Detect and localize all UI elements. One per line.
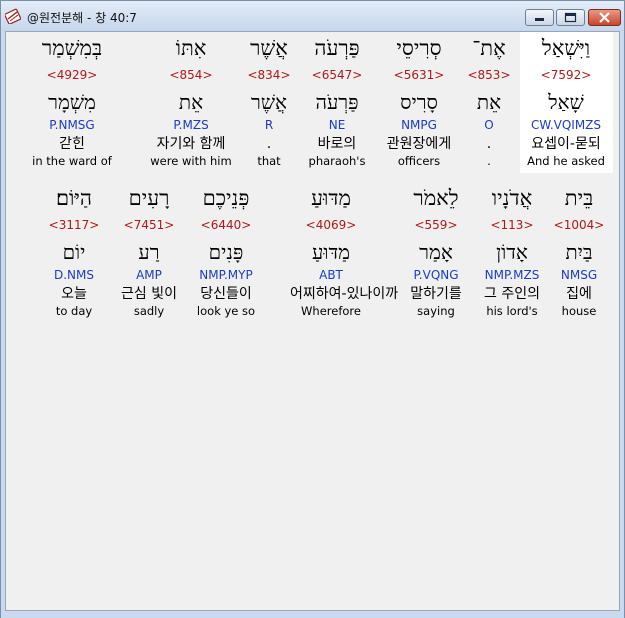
word-lemma: אֵת	[476, 90, 502, 114]
word-korean: 근심 빛이	[121, 286, 177, 302]
word-lemma: מִשְׁמָר	[48, 90, 96, 114]
window-bottom-border	[1, 611, 624, 618]
word-strong: <1004>	[553, 218, 605, 232]
word-english: look ye so	[196, 304, 256, 318]
word-lemma: יוֹם	[62, 240, 86, 264]
word-cell[interactable]: רָעִים <7451> רַע AMP 근심 빛이 sadly	[108, 186, 190, 322]
word-cell[interactable]: בְּמִשְׁמַר <4929> מִשְׁמָר P.NMSG 갇힌 in the …	[31, 36, 113, 172]
word-hebrew: אֶת־	[472, 36, 506, 60]
word-korean: 자기와 함께	[156, 136, 226, 152]
word-english: were with him	[150, 154, 232, 168]
word-strong: <4069>	[305, 218, 357, 232]
word-morph: CW.VQIMZS	[530, 118, 602, 132]
window-title: @원전분해 - 창 40:7	[27, 11, 137, 25]
close-icon	[599, 12, 610, 23]
minimize-icon	[535, 18, 544, 21]
word-strong: <7451>	[123, 218, 175, 232]
word-morph: P.VQNG	[413, 268, 459, 282]
word-lemma: שָׁאַל	[548, 90, 584, 114]
word-english: pharaoh's	[308, 154, 366, 168]
word-strong: <854>	[169, 68, 213, 82]
word-korean: 말하기를	[410, 286, 462, 302]
word-cell[interactable]: אֶת־ <853> אֵת O..	[448, 36, 530, 172]
word-korean: 어찌하여-있나이까	[290, 286, 399, 302]
word-cell[interactable]: לֵאמֹר <559> אָמַר P.VQNG 말하기를 saying	[395, 186, 477, 322]
word-strong: <6440>	[200, 218, 252, 232]
maximize-icon	[564, 12, 577, 23]
word-korean: 집에	[566, 286, 592, 302]
word-morph: NMSG	[560, 268, 598, 282]
word-english: to day	[55, 304, 93, 318]
word-cell[interactable]: אִתּוֹ <854> אֵת P.MZS 자기와 함께 were with him	[150, 36, 232, 172]
word-english: in the ward of	[32, 154, 112, 168]
word-strong: <7592>	[540, 68, 592, 82]
word-english: sadly	[133, 304, 165, 318]
word-english: Wherefore	[301, 304, 361, 318]
word-hebrew: לֵאמֹר	[413, 186, 459, 210]
word-lemma: אֵת	[178, 90, 204, 114]
word-cell[interactable]: פַּרְעֹה <6547> פַּרְעֹה NE 바로의 pharaoh's	[296, 36, 378, 172]
close-button[interactable]	[588, 9, 621, 26]
word-lemma: מַדּוּעַ	[312, 240, 350, 264]
word-korean: 당신들이	[200, 286, 252, 302]
word-morph: AMP	[136, 268, 162, 282]
word-cell[interactable]: וַיִּשְׁאַל <7592> שָׁאַל CW.VQIMZS 요셉이-묻되 An…	[519, 32, 613, 173]
bible-book-icon	[5, 8, 21, 24]
word-strong: <853>	[467, 68, 511, 82]
word-morph: P.MZS	[173, 118, 209, 132]
word-lemma: רַע	[138, 240, 160, 264]
word-hebrew: וַיִּשְׁאַל	[541, 36, 591, 60]
word-english: house	[561, 304, 597, 318]
word-hebrew: רָעִים	[128, 186, 170, 210]
minimize-button[interactable]	[525, 9, 554, 26]
app-window: @원전분해 - 창 40:7 בְּמִשְׁמַר <4929> מִשְׁמָר…	[0, 0, 625, 618]
word-korean: 바로의	[317, 136, 357, 152]
word-cell[interactable]: הַיּוֹם׃ <3117> יוֹם D.NMS 오늘 to day	[33, 186, 115, 322]
word-lemma: אָמַר	[419, 240, 453, 264]
word-strong: <6547>	[311, 68, 363, 82]
word-cell[interactable]: מַדּוּעַ <4069> מַדּוּעַ ABT 어찌하여-있나이까 Wheref…	[290, 186, 399, 322]
word-english: And he asked	[527, 154, 605, 168]
word-korean: 오늘	[61, 286, 87, 302]
word-hebrew: פְּנֵיכֶם	[202, 186, 250, 210]
word-hebrew: אִתּוֹ	[175, 36, 207, 60]
interlinear-panel[interactable]: בְּמִשְׁמַר <4929> מִשְׁמָר P.NMSG 갇힌 in the …	[5, 31, 620, 611]
word-english: .	[487, 154, 491, 168]
word-strong: <559>	[414, 218, 458, 232]
word-strong: <3117>	[48, 218, 100, 232]
word-hebrew: הַיּוֹם׃	[55, 186, 93, 210]
word-hebrew: בְּמִשְׁמַר	[41, 36, 103, 60]
word-morph: ABT	[319, 268, 343, 282]
word-cell[interactable]: בֵּית <1004> בַּיִת NMSG 집에 house	[538, 186, 620, 322]
word-hebrew: מַדּוּעַ	[311, 186, 351, 210]
word-morph: NE	[328, 118, 346, 132]
word-cell[interactable]: פְּנֵיכֶם <6440> פָּנִים NMP.MYP 당신들이 look ye…	[185, 186, 267, 322]
word-lemma: בַּיִת	[565, 240, 593, 264]
word-strong: <4929>	[46, 68, 98, 82]
title-bar[interactable]: @원전분해 - 창 40:7	[1, 1, 624, 31]
word-korean: 갇힌	[59, 136, 85, 152]
word-korean: .	[486, 136, 492, 152]
word-morph: P.NMSG	[49, 118, 95, 132]
word-korean: 요셉이-묻되	[531, 136, 601, 152]
word-morph: D.NMS	[53, 268, 94, 282]
word-hebrew: פַּרְעֹה	[314, 36, 360, 60]
word-english: saying	[417, 304, 455, 318]
word-hebrew: בֵּית	[564, 186, 594, 210]
word-lemma: פָּנִים	[208, 240, 244, 264]
word-lemma: פַּרְעֹה	[315, 90, 359, 114]
maximize-button[interactable]	[556, 9, 585, 26]
word-morph: NMP.MYP	[199, 268, 253, 282]
word-morph: O	[484, 118, 494, 132]
